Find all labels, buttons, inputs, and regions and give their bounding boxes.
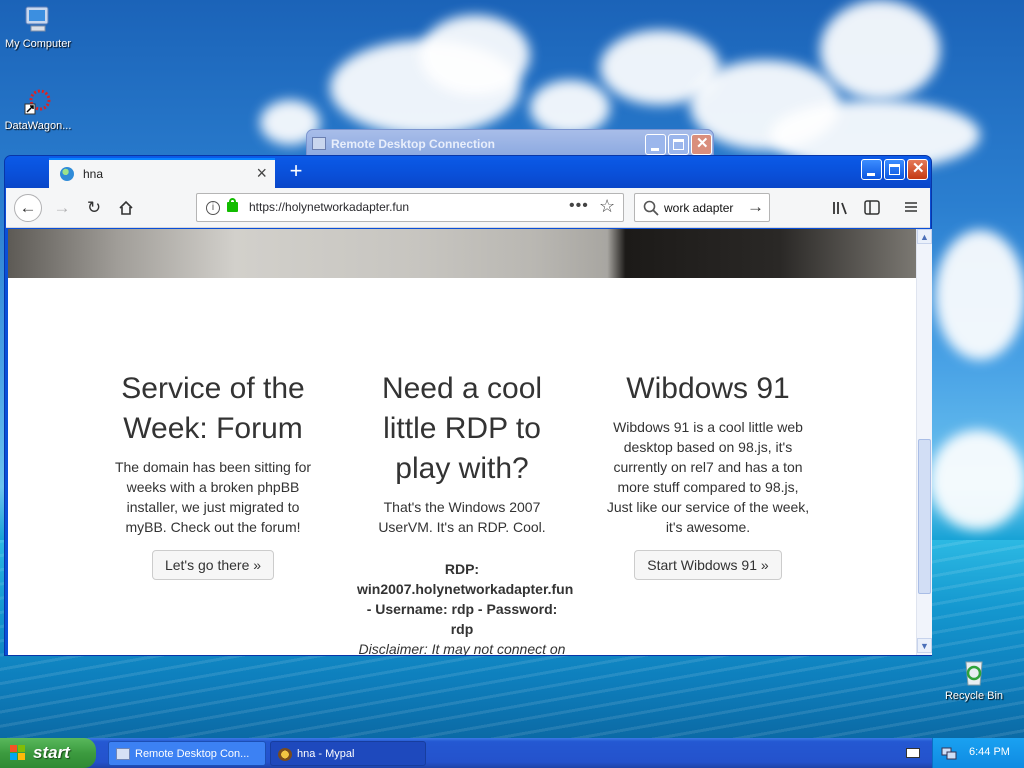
taskbar-item-label: Remote Desktop Con... bbox=[135, 748, 250, 760]
plus-icon: + bbox=[289, 158, 303, 183]
column-heading: Service of the Week: Forum bbox=[121, 372, 305, 445]
close-button[interactable]: ✕ bbox=[907, 159, 928, 180]
desktop-icon-label: My Computer bbox=[4, 38, 72, 50]
desktop-icon-label: Recycle Bin bbox=[944, 690, 1004, 702]
mypal-icon bbox=[278, 748, 292, 761]
rdp-label: RDP: bbox=[444, 561, 480, 577]
lets-go-there-button[interactable]: Let's go there » bbox=[151, 550, 275, 580]
cloud bbox=[530, 80, 610, 135]
maximize-button[interactable] bbox=[668, 134, 689, 155]
desktop-icon-datawagon[interactable]: DataWagon... bbox=[0, 86, 78, 132]
cloud bbox=[420, 15, 530, 95]
new-tab-button[interactable]: + bbox=[281, 158, 311, 186]
desktop-icon-my-computer[interactable]: My Computer bbox=[0, 4, 78, 50]
lock-shackle bbox=[229, 198, 236, 204]
forward-button[interactable]: → bbox=[48, 194, 76, 222]
cloud bbox=[935, 230, 1024, 360]
rdp-credentials: - Username: rdp - Password: rdp bbox=[366, 601, 558, 637]
info-icon[interactable]: i bbox=[206, 201, 220, 215]
rdp-column: Need a cool little RDP to play with? Tha… bbox=[357, 369, 574, 655]
cloud bbox=[930, 430, 1024, 530]
taskbar-item-remote-desktop[interactable]: Remote Desktop Con... bbox=[108, 741, 266, 766]
minimize-button[interactable] bbox=[861, 159, 882, 180]
navigation-toolbar: ← → ↻ i https://holynetworkadapter.fun •… bbox=[6, 188, 930, 228]
close-icon: ✕ bbox=[696, 135, 709, 152]
clock[interactable]: 6:44 PM bbox=[969, 746, 1010, 758]
globe-icon bbox=[60, 167, 74, 181]
close-icon: ✕ bbox=[912, 160, 925, 177]
browser-window[interactable]: hna × + ✕ ← → ↻ i https://holynetworkada… bbox=[4, 155, 932, 656]
tab-hna[interactable]: hna × bbox=[49, 158, 275, 188]
reload-button[interactable]: ↻ bbox=[80, 194, 108, 222]
url-bar[interactable]: i https://holynetworkadapter.fun ••• ☆ bbox=[196, 193, 624, 222]
taskbar-item-mypal[interactable]: hna - Mypal bbox=[270, 741, 426, 766]
search-icon bbox=[643, 200, 659, 216]
computer-icon bbox=[22, 4, 54, 36]
arrow-right-icon: → bbox=[53, 198, 71, 217]
hero-image bbox=[8, 229, 916, 278]
sidebar-icon[interactable] bbox=[864, 200, 880, 215]
back-button[interactable]: ← bbox=[14, 194, 42, 222]
rdc-icon bbox=[116, 748, 130, 760]
windows-flag-icon bbox=[10, 745, 25, 760]
search-input[interactable]: work adapter bbox=[664, 201, 733, 215]
start-label: start bbox=[33, 743, 70, 762]
disclaimer-text: Disclaimer: It may not connect on bbox=[358, 641, 566, 655]
chevron-down-icon: ▼ bbox=[920, 641, 929, 651]
menu-icon[interactable] bbox=[904, 200, 918, 214]
reload-icon: ↻ bbox=[86, 198, 102, 217]
column-body: That's the Windows 2007 UserVM. It's an … bbox=[378, 499, 546, 535]
minimize-icon bbox=[651, 148, 659, 151]
column-heading: Wibdows 91 bbox=[626, 372, 790, 405]
desktop-icon-label: DataWagon... bbox=[4, 120, 72, 132]
window-title: Remote Desktop Connection bbox=[331, 137, 496, 151]
start-wibdows-button[interactable]: Start Wibdows 91 » bbox=[634, 550, 782, 580]
column-heading: Need a cool little RDP to play with? bbox=[381, 372, 543, 485]
minimize-icon bbox=[867, 173, 875, 176]
library-icon[interactable] bbox=[832, 200, 850, 216]
scroll-up-button[interactable]: ▲ bbox=[917, 229, 932, 244]
datawagon-icon bbox=[22, 86, 54, 118]
home-icon bbox=[119, 200, 133, 215]
arrow-left-icon: ← bbox=[19, 198, 37, 217]
column-body: The domain has been sitting for weeks wi… bbox=[114, 459, 312, 535]
cloud bbox=[820, 0, 940, 100]
taskbar: start Remote Desktop Con... hna - Mypal … bbox=[0, 738, 1024, 768]
rdc-app-icon bbox=[312, 137, 326, 150]
search-go-icon[interactable]: → bbox=[747, 197, 764, 217]
search-box[interactable]: work adapter → bbox=[634, 193, 770, 222]
title-bar[interactable]: hna × + ✕ bbox=[5, 156, 931, 188]
desktop-icon-recycle-bin[interactable]: Recycle Bin bbox=[934, 656, 1014, 702]
vertical-scrollbar[interactable]: ▲ ▼ bbox=[916, 229, 932, 655]
maximize-button[interactable] bbox=[884, 159, 905, 180]
wibdows-column: Wibdows 91 Wibdows 91 is a cool little w… bbox=[605, 369, 811, 580]
bookmark-star-icon[interactable]: ☆ bbox=[599, 196, 615, 217]
network-icon[interactable] bbox=[941, 745, 957, 761]
keyboard-icon[interactable] bbox=[906, 748, 920, 758]
rdp-host: win2007.holynetworkadapter.fun bbox=[357, 581, 574, 597]
scroll-down-button[interactable]: ▼ bbox=[917, 638, 932, 653]
minimize-button[interactable] bbox=[645, 134, 666, 155]
page-actions-button[interactable]: ••• bbox=[569, 197, 589, 215]
close-button[interactable]: ✕ bbox=[691, 134, 712, 155]
taskbar-item-label: hna - Mypal bbox=[297, 748, 355, 760]
column-body: Wibdows 91 is a cool little web desktop … bbox=[606, 419, 810, 535]
page-content: Service of the Week: Forum The domain ha… bbox=[8, 229, 916, 655]
chevron-up-icon: ▲ bbox=[920, 232, 929, 242]
recycle-bin-icon bbox=[958, 656, 990, 688]
maximize-icon bbox=[673, 139, 684, 150]
service-of-week-column: Service of the Week: Forum The domain ha… bbox=[110, 369, 316, 580]
maximize-icon bbox=[889, 164, 900, 175]
home-button[interactable] bbox=[112, 194, 140, 222]
start-button[interactable]: start bbox=[0, 738, 96, 768]
tab-label: hna bbox=[83, 167, 104, 181]
tab-close-icon[interactable]: × bbox=[256, 163, 267, 184]
system-tray: 6:44 PM bbox=[932, 738, 1024, 768]
url-text: https://holynetworkadapter.fun bbox=[249, 200, 410, 214]
scroll-thumb[interactable] bbox=[918, 439, 931, 594]
